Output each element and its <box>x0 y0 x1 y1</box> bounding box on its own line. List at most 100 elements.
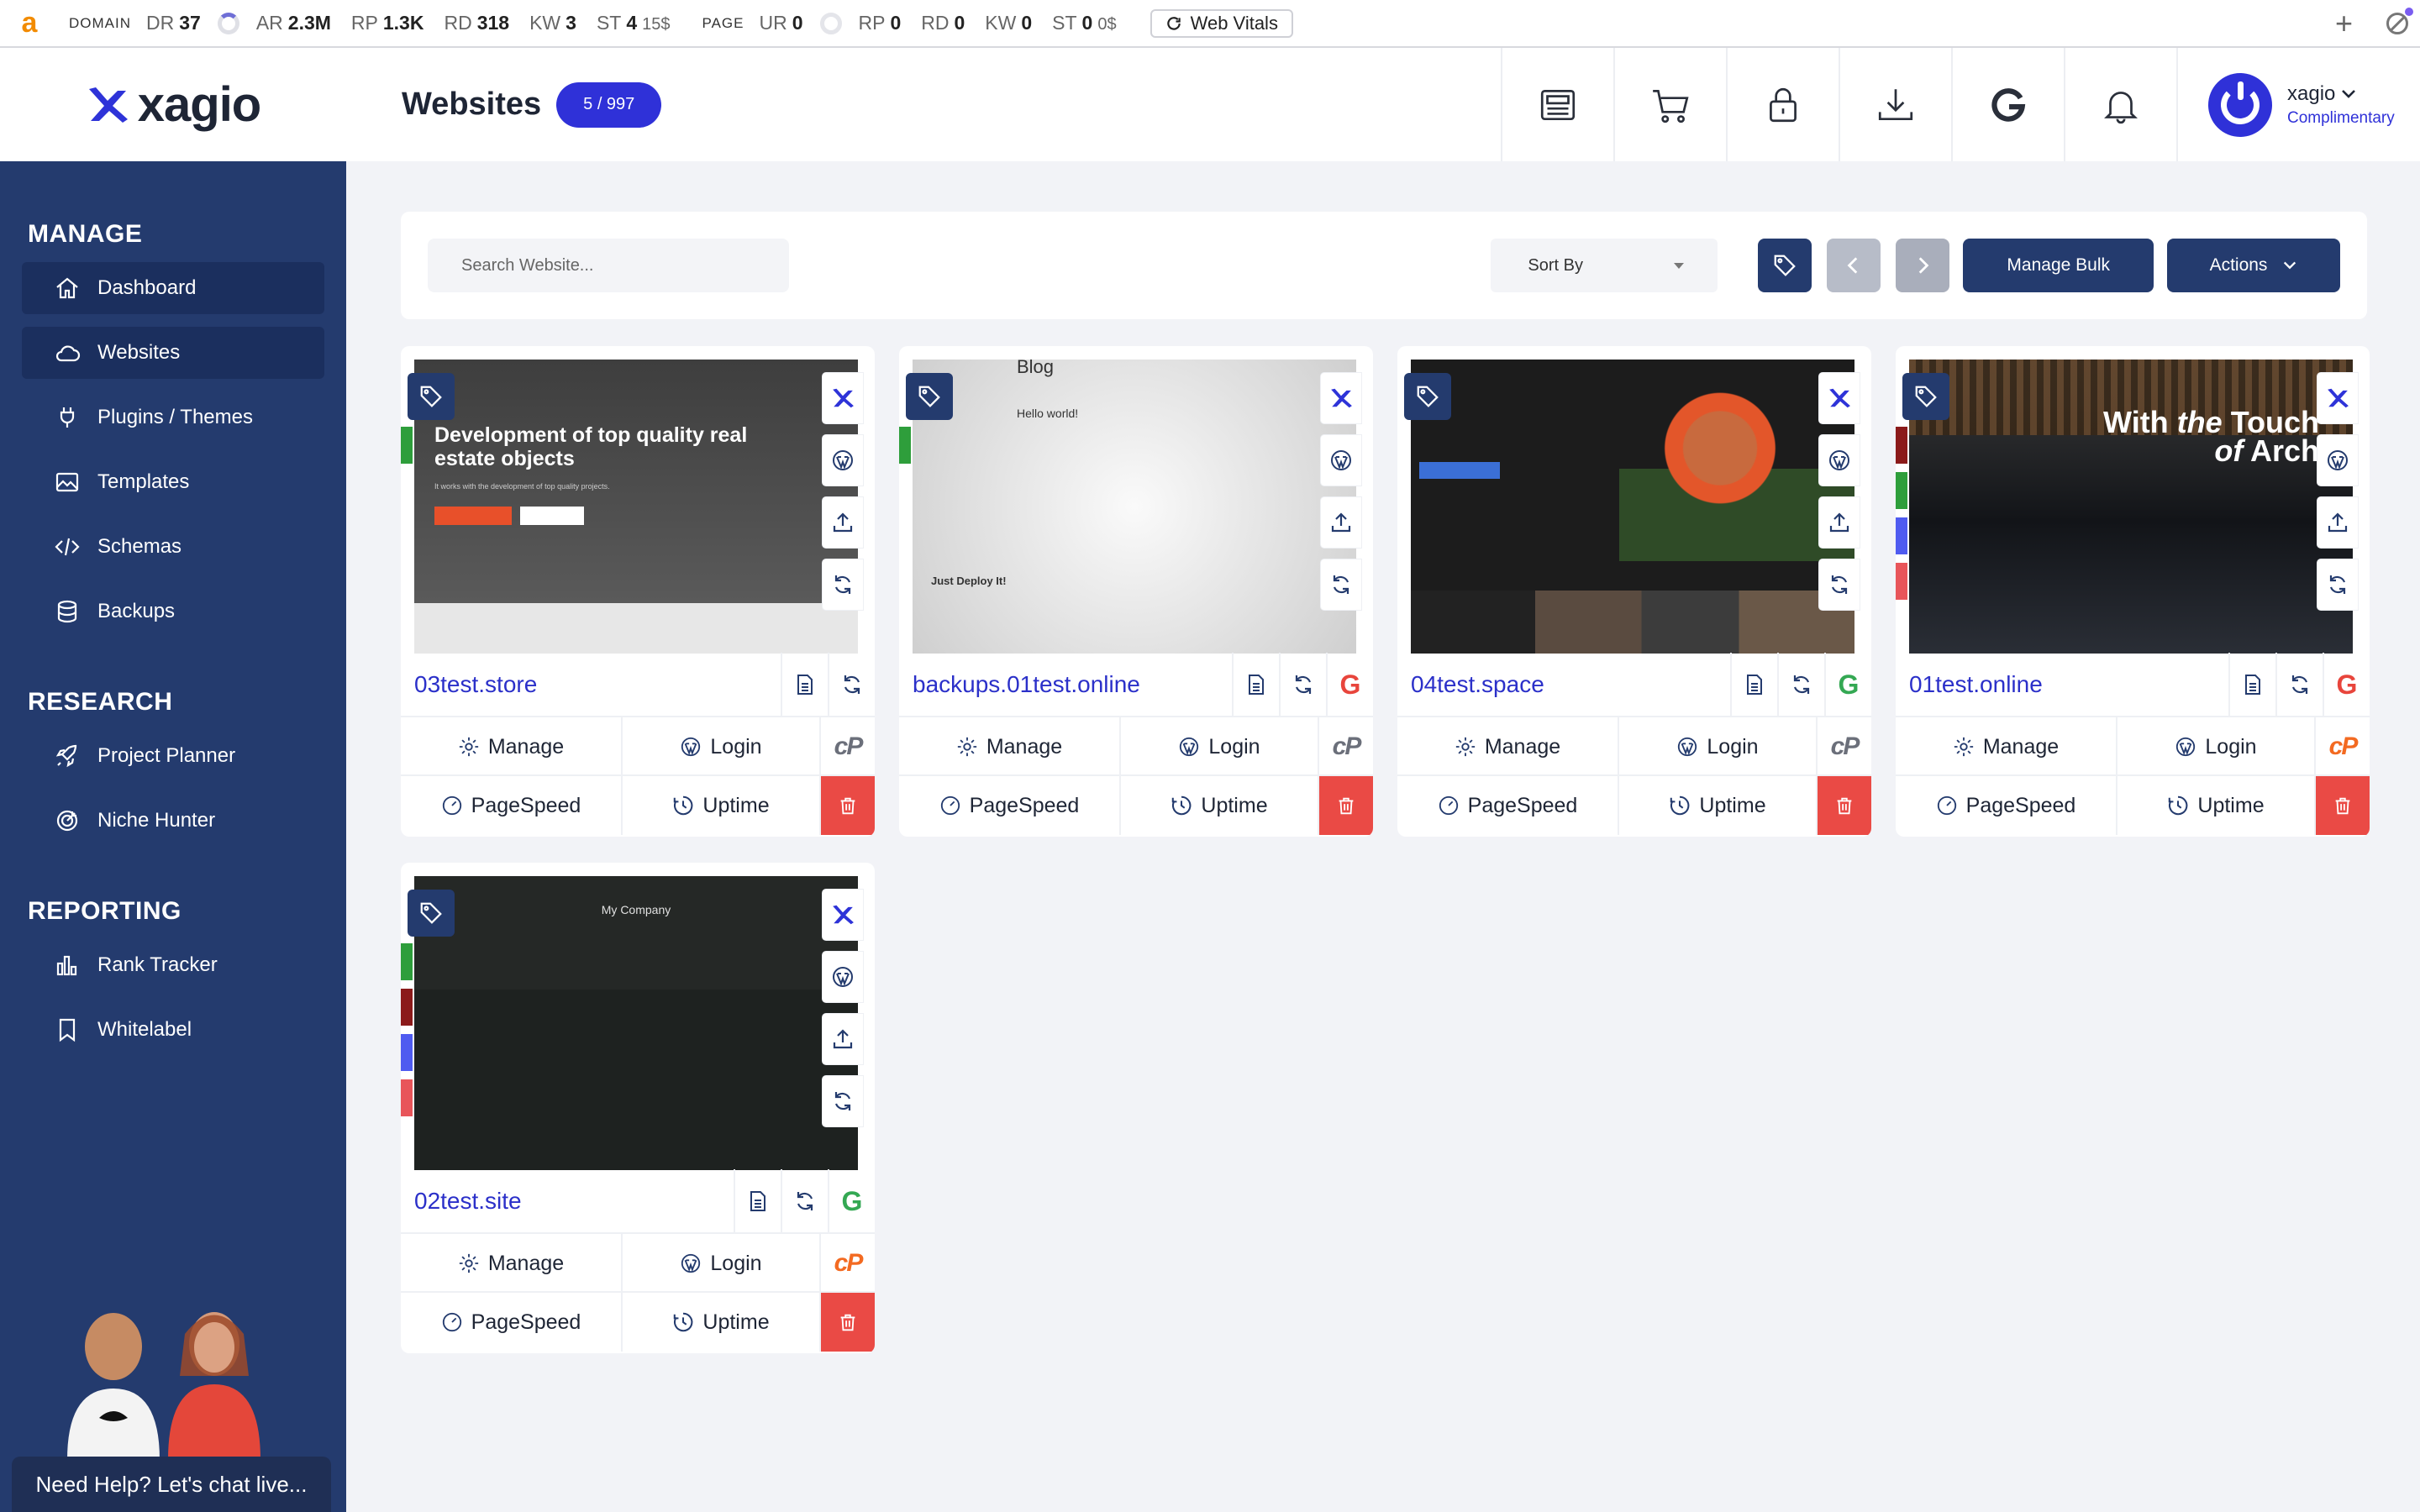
manage-button[interactable]: Manage <box>899 717 1121 776</box>
refresh-button[interactable] <box>828 653 875 717</box>
sidebar-item-project-planner[interactable]: Project Planner <box>22 730 324 782</box>
manage-button[interactable]: Manage <box>401 1234 623 1293</box>
brand-logo[interactable]: xagio <box>0 48 346 161</box>
delete-button[interactable] <box>1319 776 1373 835</box>
website-name[interactable]: 03test.store <box>414 671 537 698</box>
sidebar-item-plugins-themes[interactable]: Plugins / Themes <box>22 391 324 444</box>
download-button[interactable] <box>1839 48 1951 161</box>
manage-button[interactable]: Manage <box>1397 717 1619 776</box>
report-button[interactable] <box>1730 653 1777 717</box>
wordpress-button[interactable] <box>823 435 863 486</box>
website-thumbnail[interactable]: Blog Hello world! Just Deploy It! <box>913 360 1356 654</box>
report-button[interactable] <box>734 1169 781 1233</box>
refresh-button[interactable] <box>1777 653 1824 717</box>
pagespeed-button[interactable]: PageSpeed <box>401 776 623 835</box>
sidebar-item-rank-tracker[interactable]: Rank Tracker <box>22 939 324 991</box>
sidebar-item-templates[interactable]: Templates <box>22 456 324 508</box>
website-name[interactable]: backups.01test.online <box>913 671 1140 698</box>
sync-button[interactable] <box>1321 559 1361 610</box>
wordpress-button[interactable] <box>823 952 863 1002</box>
report-button[interactable] <box>781 653 828 717</box>
cpanel-button[interactable]: cP <box>2316 717 2370 776</box>
pagespeed-button[interactable]: PageSpeed <box>401 1293 623 1352</box>
delete-button[interactable] <box>2316 776 2370 835</box>
website-thumbnail[interactable]: Development of top quality real estate o… <box>414 360 858 654</box>
upload-button[interactable] <box>2317 497 2358 548</box>
tag-button[interactable] <box>1404 373 1451 420</box>
xagio-connect-button[interactable] <box>2317 373 2358 423</box>
live-chat-button[interactable]: Need Help? Let's chat live... <box>12 1457 331 1512</box>
xagio-connect-button[interactable] <box>823 890 863 940</box>
pagespeed-button[interactable]: PageSpeed <box>1397 776 1619 835</box>
tag-button[interactable] <box>1902 373 1949 420</box>
website-thumbnail[interactable]: With the Touch of Arch <box>1909 360 2353 654</box>
website-thumbnail[interactable] <box>1411 360 1854 654</box>
google-status-button[interactable]: G <box>1824 653 1871 717</box>
previous-page-button[interactable] <box>1827 239 1881 292</box>
sync-button[interactable] <box>2317 559 2358 610</box>
upload-button[interactable] <box>823 497 863 548</box>
delete-button[interactable] <box>1818 776 1871 835</box>
login-button[interactable]: Login <box>623 717 821 776</box>
cpanel-button[interactable]: cP <box>821 717 875 776</box>
refresh-button[interactable] <box>2275 653 2323 717</box>
sidebar-item-websites[interactable]: Websites <box>22 327 324 379</box>
sidebar-item-dashboard[interactable]: Dashboard <box>22 262 324 314</box>
upload-button[interactable] <box>1819 497 1860 548</box>
login-button[interactable]: Login <box>2118 717 2316 776</box>
tag-filter-button[interactable] <box>1758 239 1812 292</box>
cart-button[interactable] <box>1613 48 1726 161</box>
login-button[interactable]: Login <box>1619 717 1818 776</box>
notifications-button[interactable] <box>2064 48 2176 161</box>
sync-button[interactable] <box>823 1076 863 1126</box>
cpanel-button[interactable]: cP <box>1818 717 1871 776</box>
sort-by-select[interactable]: Sort By <box>1491 239 1718 292</box>
manage-button[interactable]: Manage <box>401 717 623 776</box>
cpanel-button[interactable]: cP <box>821 1234 875 1293</box>
pagespeed-button[interactable]: PageSpeed <box>899 776 1121 835</box>
refresh-button[interactable] <box>1279 653 1326 717</box>
manage-bulk-button[interactable]: Manage Bulk <box>1963 239 2154 292</box>
news-button[interactable] <box>1501 48 1613 161</box>
upload-button[interactable] <box>823 1014 863 1064</box>
seo-extension-logo[interactable]: a <box>0 0 59 47</box>
uptime-button[interactable]: Uptime <box>2118 776 2316 835</box>
manage-button[interactable]: Manage <box>1896 717 2118 776</box>
website-name[interactable]: 04test.space <box>1411 671 1544 698</box>
google-status-button[interactable]: G <box>828 1169 875 1233</box>
uptime-button[interactable]: Uptime <box>623 1293 821 1352</box>
uptime-button[interactable]: Uptime <box>623 776 821 835</box>
website-name[interactable]: 01test.online <box>1909 671 2043 698</box>
website-thumbnail[interactable]: My Company <box>414 876 858 1170</box>
report-button[interactable] <box>2228 653 2275 717</box>
wordpress-button[interactable] <box>1321 435 1361 486</box>
tag-button[interactable] <box>408 890 455 937</box>
sidebar-item-niche-hunter[interactable]: Niche Hunter <box>22 795 324 847</box>
tag-button[interactable] <box>408 373 455 420</box>
website-name[interactable]: 02test.site <box>414 1188 522 1215</box>
login-button[interactable]: Login <box>1121 717 1319 776</box>
cpanel-button[interactable]: cP <box>1319 717 1373 776</box>
uptime-button[interactable]: Uptime <box>1619 776 1818 835</box>
google-status-button[interactable]: G <box>1326 653 1373 717</box>
sync-button[interactable] <box>1819 559 1860 610</box>
wordpress-button[interactable] <box>1819 435 1860 486</box>
google-button[interactable] <box>1951 48 2064 161</box>
web-vitals-button[interactable]: Web Vitals <box>1150 8 1293 38</box>
tag-button[interactable] <box>906 373 953 420</box>
plus-icon[interactable]: + <box>2335 6 2353 41</box>
google-status-button[interactable]: G <box>2323 653 2370 717</box>
user-profile-menu[interactable]: xagio Complimentary <box>2176 48 2420 161</box>
xagio-connect-button[interactable] <box>823 373 863 423</box>
wordpress-button[interactable] <box>2317 435 2358 486</box>
block-icon[interactable] <box>2386 7 2413 34</box>
sidebar-item-backups[interactable]: Backups <box>22 585 324 638</box>
next-page-button[interactable] <box>1896 239 1950 292</box>
uptime-button[interactable]: Uptime <box>1121 776 1319 835</box>
login-button[interactable]: Login <box>623 1234 821 1293</box>
lock-button[interactable] <box>1726 48 1839 161</box>
actions-dropdown-button[interactable]: Actions <box>2167 239 2340 292</box>
pagespeed-button[interactable]: PageSpeed <box>1896 776 2118 835</box>
sync-button[interactable] <box>823 559 863 610</box>
report-button[interactable] <box>1232 653 1279 717</box>
